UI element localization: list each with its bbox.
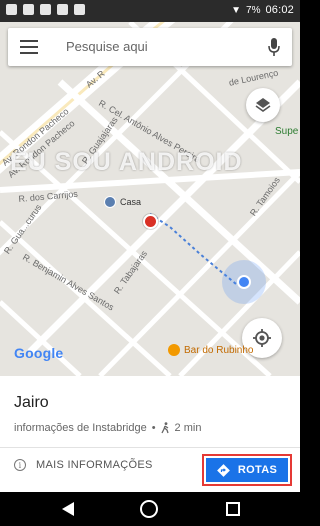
home-icon: [104, 196, 116, 208]
separator: •: [151, 422, 156, 434]
poi-home[interactable]: Casa: [104, 196, 141, 208]
navigation-bar: [0, 492, 300, 526]
status-bar: ▼ 7% 06:02: [0, 0, 300, 22]
layers-button[interactable]: [246, 88, 280, 122]
poi-super-label: Supe: [275, 126, 299, 137]
battery-level: 7%: [246, 4, 261, 16]
watermark: EU SOU ANDROID: [10, 148, 243, 176]
directions-icon: [217, 463, 230, 477]
my-location-icon: [253, 329, 271, 347]
bar-icon: [168, 344, 180, 356]
notification-icon: [40, 4, 51, 15]
notification-icon: [6, 4, 17, 15]
destination-pin[interactable]: [143, 214, 158, 229]
walk-time: 2 min: [174, 422, 202, 434]
routes-label: ROTAS: [237, 464, 278, 476]
more-info-button[interactable]: i MAIS INFORMAÇÕES: [14, 459, 153, 471]
clock: 06:02: [265, 4, 294, 16]
place-panel[interactable]: Jairo informações de Instabridge • 2 min…: [0, 376, 300, 492]
place-name: Jairo: [14, 394, 49, 411]
divider: [0, 447, 300, 448]
notification-icon: [74, 4, 85, 15]
recents-icon[interactable]: [226, 502, 240, 516]
place-subtitle: informações de Instabridge: [14, 422, 147, 434]
poi-home-label: Casa: [120, 197, 142, 207]
search-input[interactable]: Pesquise aqui: [66, 39, 148, 54]
routes-button[interactable]: ROTAS: [206, 458, 288, 482]
current-location-dot: [237, 275, 251, 289]
poi-bar[interactable]: Bar do Rubinho: [168, 344, 254, 356]
wifi-icon: ▼: [231, 4, 242, 16]
back-icon[interactable]: [62, 502, 74, 516]
layers-icon: [255, 98, 271, 112]
info-icon: i: [14, 459, 26, 471]
mic-icon[interactable]: [268, 38, 280, 56]
routes-highlight: ROTAS: [202, 454, 292, 486]
notification-icon: [23, 4, 34, 15]
search-bar[interactable]: Pesquise aqui: [8, 28, 292, 66]
walk-icon: [160, 422, 169, 434]
notification-icons: [6, 4, 85, 15]
system-icons: ▼ 7% 06:02: [231, 4, 294, 16]
home-button-icon[interactable]: [140, 500, 158, 518]
place-subtitle-row: informações de Instabridge • 2 min: [14, 422, 201, 434]
notification-icon: [57, 4, 68, 15]
poi-bar-label: Bar do Rubinho: [184, 344, 254, 356]
google-logo-text: Google: [14, 345, 64, 361]
menu-icon[interactable]: [20, 40, 38, 54]
google-logo: Google: [14, 345, 63, 361]
more-info-label: MAIS INFORMAÇÕES: [36, 459, 153, 471]
